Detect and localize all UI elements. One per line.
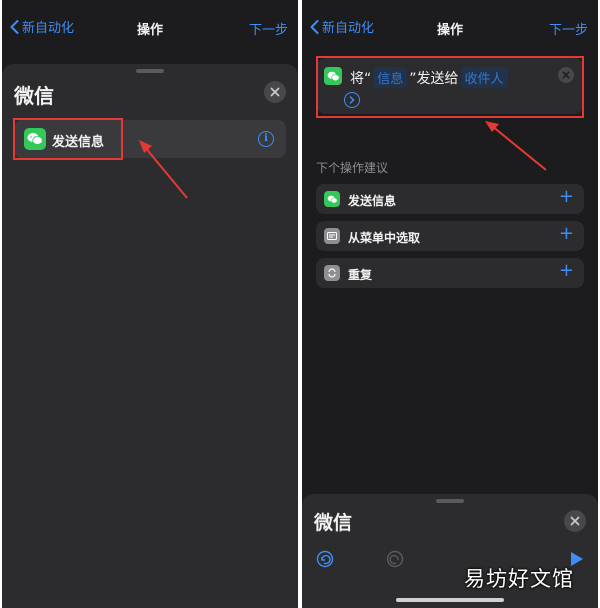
highlight-box [13, 118, 123, 160]
sheet-title: 微信 [14, 84, 54, 108]
undo-icon[interactable] [316, 550, 334, 568]
highlight-box [316, 56, 584, 118]
back-label: 新自动化 [322, 21, 375, 36]
add-icon[interactable]: + [559, 261, 574, 281]
right-screenshot: 新自动化 操作 下一步 将“ 信息 ”发送给 收件人 下个操作建议 发送信息 + [302, 0, 598, 608]
suggestion-row[interactable]: 重复 + [316, 258, 584, 288]
next-button[interactable]: 下一步 [249, 19, 288, 38]
arrow-annotation [139, 140, 188, 199]
menu-icon [324, 228, 340, 244]
suggestion-label: 重复 [348, 268, 373, 282]
nav-bar: 新自动化 操作 下一步 [2, 0, 298, 58]
back-button[interactable]: 新自动化 [10, 17, 74, 36]
info-icon[interactable]: i [258, 131, 274, 147]
close-icon [270, 87, 280, 97]
suggestion-row[interactable]: 从菜单中选取 + [316, 221, 584, 251]
next-button[interactable]: 下一步 [549, 19, 588, 38]
wechat-icon [324, 191, 340, 207]
repeat-icon [324, 265, 340, 281]
redo-icon[interactable] [386, 550, 404, 568]
close-icon [570, 516, 580, 526]
back-label: 新自动化 [22, 21, 75, 36]
sheet-title: 微信 [314, 512, 353, 534]
sheet-grabber[interactable] [136, 69, 164, 73]
suggestion-label: 从菜单中选取 [348, 231, 421, 245]
watermark-text: 易坊好文馆 [464, 567, 574, 591]
sheet-grabber[interactable] [436, 499, 464, 503]
arrow-annotation [485, 121, 547, 171]
left-screenshot: 新自动化 操作 下一步 微信 发送信息 i [2, 0, 298, 608]
chevron-left-icon [10, 19, 19, 34]
close-button[interactable] [564, 510, 586, 532]
suggestion-label: 发送信息 [348, 194, 397, 208]
chevron-left-icon [310, 19, 319, 34]
home-indicator [396, 598, 504, 602]
suggestion-row[interactable]: 发送信息 + [316, 184, 584, 214]
back-button[interactable]: 新自动化 [310, 17, 374, 36]
nav-bar: 新自动化 操作 下一步 [302, 0, 598, 58]
add-icon[interactable]: + [559, 187, 574, 207]
add-icon[interactable]: + [559, 224, 574, 244]
suggestions-header: 下个操作建议 [316, 161, 389, 175]
close-button[interactable] [264, 81, 286, 103]
